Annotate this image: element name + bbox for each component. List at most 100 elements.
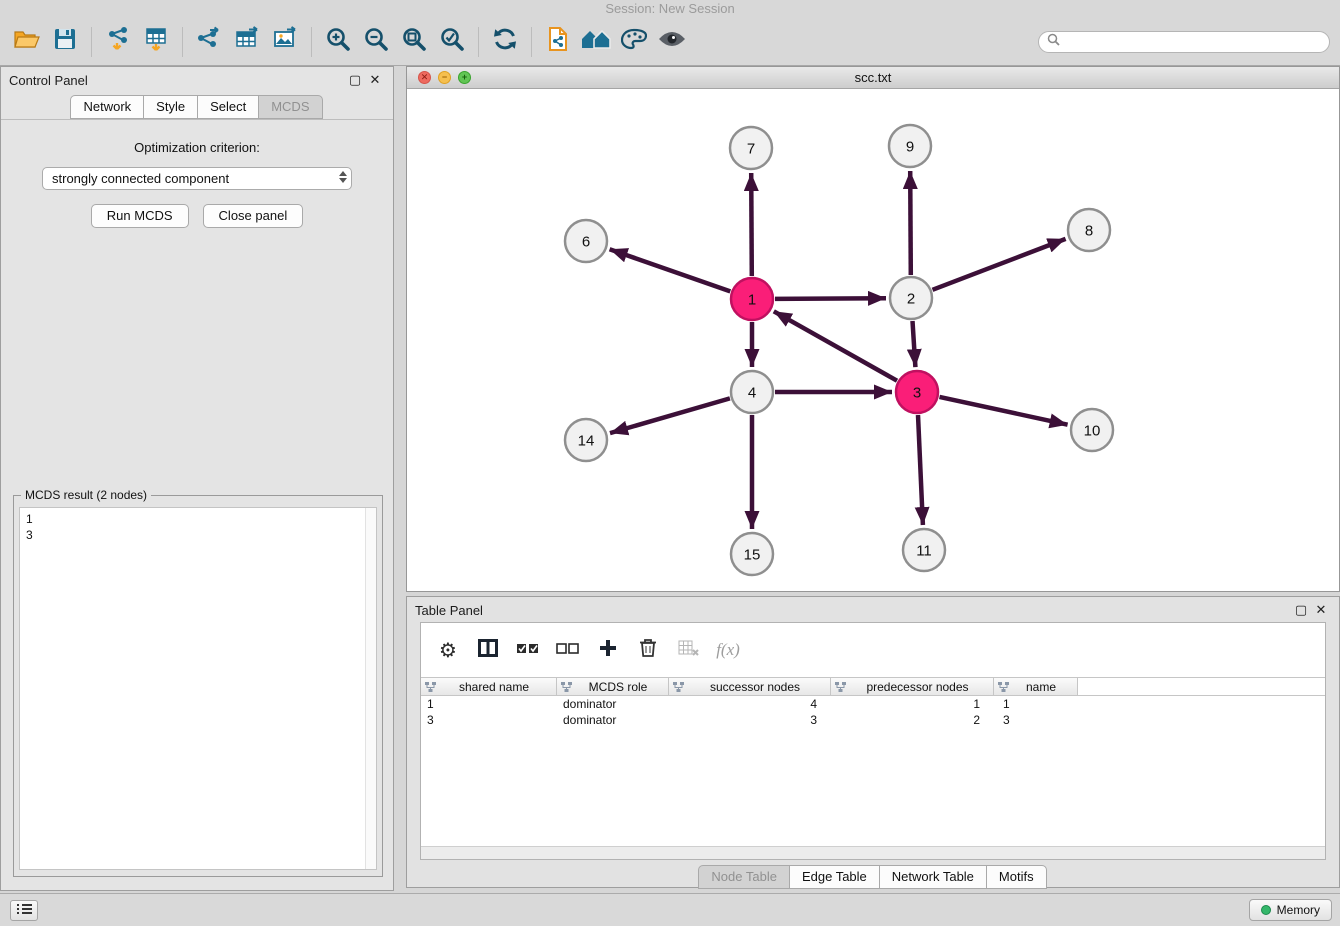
table-cell[interactable]: 1	[994, 696, 1078, 712]
table-tab-node-table[interactable]: Node Table	[698, 865, 790, 889]
export-network-button[interactable]	[190, 24, 228, 60]
sort-icon	[998, 682, 1009, 692]
task-history-button[interactable]	[10, 900, 38, 921]
function-builder-button[interactable]: f(x)	[715, 637, 741, 663]
table-cell[interactable]: 1	[421, 696, 557, 712]
add-column-button[interactable]	[595, 637, 621, 663]
table-cell[interactable]: dominator	[557, 712, 669, 728]
column-header-MCDS-role[interactable]: MCDS role	[557, 678, 669, 695]
import-table-icon	[143, 26, 169, 57]
graph-edge-3-10[interactable]	[940, 397, 1068, 425]
open-session-button[interactable]	[8, 24, 46, 60]
network-view-window: scc.txt ✕ − + 7968124314101511	[406, 66, 1340, 592]
graph-node-label: 8	[1085, 223, 1093, 240]
column-header-shared-name[interactable]: shared name	[421, 678, 557, 695]
table-row[interactable]: 3dominator323	[421, 712, 1325, 728]
zoom-in-button[interactable]	[319, 24, 357, 60]
toolbar-separator	[91, 27, 92, 57]
network-window-title: scc.txt	[407, 70, 1339, 85]
control-tab-mcds[interactable]: MCDS	[258, 95, 322, 119]
control-tab-select[interactable]: Select	[197, 95, 259, 119]
close-panel-button[interactable]: Close panel	[203, 204, 304, 228]
apply-layout-button[interactable]	[486, 24, 524, 60]
graph-edge-3-11[interactable]	[918, 415, 923, 525]
memory-button[interactable]: Memory	[1249, 899, 1332, 921]
select-all-button[interactable]	[515, 637, 541, 663]
table-horizontal-scrollbar[interactable]	[421, 846, 1325, 859]
graph-edge-1-6[interactable]	[610, 249, 731, 291]
deselect-all-button[interactable]	[555, 637, 581, 663]
graph-edge-4-14[interactable]	[610, 398, 730, 433]
table-cell[interactable]: 2	[831, 712, 994, 728]
export-image-button[interactable]	[266, 24, 304, 60]
table-tab-edge-table[interactable]: Edge Table	[789, 865, 880, 889]
zoom-selected-button[interactable]	[433, 24, 471, 60]
home-button[interactable]	[577, 24, 615, 60]
float-panel-icon[interactable]: ▢	[345, 72, 365, 88]
status-bar: Memory	[0, 893, 1340, 926]
close-panel-icon[interactable]: ✕	[365, 72, 385, 88]
show-hide-button[interactable]	[653, 24, 691, 60]
column-header-predecessor-nodes[interactable]: predecessor nodes	[831, 678, 994, 695]
table-tab-network-table[interactable]: Network Table	[879, 865, 987, 889]
graph-edge-2-3[interactable]	[913, 321, 916, 367]
table-cell[interactable]: dominator	[557, 696, 669, 712]
table-cell[interactable]: 3	[421, 712, 557, 728]
sort-icon	[673, 682, 684, 692]
export-table-button[interactable]	[228, 24, 266, 60]
float-table-panel-icon[interactable]: ▢	[1291, 602, 1311, 618]
control-tab-style[interactable]: Style	[143, 95, 198, 119]
graph-edge-3-1[interactable]	[774, 311, 897, 380]
select-arrows-icon	[339, 171, 347, 183]
graph-node-label: 11	[916, 543, 932, 560]
graph-edge-1-2[interactable]	[775, 298, 886, 299]
table-row[interactable]: 1dominator411	[421, 696, 1325, 712]
run-mcds-button[interactable]: Run MCDS	[91, 204, 189, 228]
graph-node-label: 4	[748, 385, 756, 402]
selected-option: strongly connected component	[52, 171, 229, 186]
close-table-panel-icon[interactable]: ✕	[1311, 602, 1331, 618]
optimization-criterion-select[interactable]: strongly connected component	[42, 167, 352, 190]
result-scrollbar[interactable]	[365, 508, 376, 869]
graph-edge-1-7[interactable]	[751, 173, 752, 276]
zoom-out-button[interactable]	[357, 24, 395, 60]
show-columns-button[interactable]	[475, 637, 501, 663]
save-session-button[interactable]	[46, 24, 84, 60]
control-tab-network[interactable]: Network	[70, 95, 144, 119]
delete-table-button[interactable]	[675, 637, 701, 663]
sort-icon	[561, 682, 572, 692]
graph-node-label: 7	[747, 141, 755, 158]
table-panel-title: Table Panel	[415, 603, 483, 618]
column-header-name[interactable]: name	[994, 678, 1078, 695]
table-tab-motifs[interactable]: Motifs	[986, 865, 1047, 889]
delete-column-button[interactable]	[635, 637, 661, 663]
table-body: 1dominator4113dominator323	[421, 696, 1325, 728]
search-box[interactable]	[1038, 31, 1330, 53]
uncheck-all-icon	[556, 641, 580, 660]
eye-icon	[657, 29, 687, 54]
network-document-button[interactable]	[539, 24, 577, 60]
table-cell[interactable]: 4	[669, 696, 831, 712]
graph-edge-2-9[interactable]	[910, 171, 911, 275]
grid-delete-icon	[678, 640, 699, 661]
search-input[interactable]	[1065, 35, 1321, 49]
toolbar-separator	[531, 27, 532, 57]
table-panel-tabs: Node TableEdge TableNetwork TableMotifs	[407, 865, 1339, 889]
style-palette-button[interactable]	[615, 24, 653, 60]
network-canvas[interactable]: 7968124314101511	[407, 89, 1339, 591]
column-header-successor-nodes[interactable]: successor nodes	[669, 678, 831, 695]
graph-edge-2-8[interactable]	[933, 239, 1066, 290]
table-panel: Table Panel ▢ ✕ ⚙ f(x) shared nameMCDS r…	[406, 596, 1340, 888]
mcds-result-area[interactable]: 1 3	[19, 507, 377, 870]
table-settings-button[interactable]: ⚙	[435, 637, 461, 663]
import-network-button[interactable]	[99, 24, 137, 60]
import-table-button[interactable]	[137, 24, 175, 60]
table-cell[interactable]: 3	[669, 712, 831, 728]
export-table-icon	[234, 26, 260, 57]
control-panel-header: Control Panel ▢ ✕	[1, 67, 393, 93]
zoom-fit-button[interactable]	[395, 24, 433, 60]
table-cell[interactable]: 1	[831, 696, 994, 712]
table-cell[interactable]: 3	[994, 712, 1078, 728]
memory-label: Memory	[1277, 903, 1320, 917]
toolbar-separator	[182, 27, 183, 57]
